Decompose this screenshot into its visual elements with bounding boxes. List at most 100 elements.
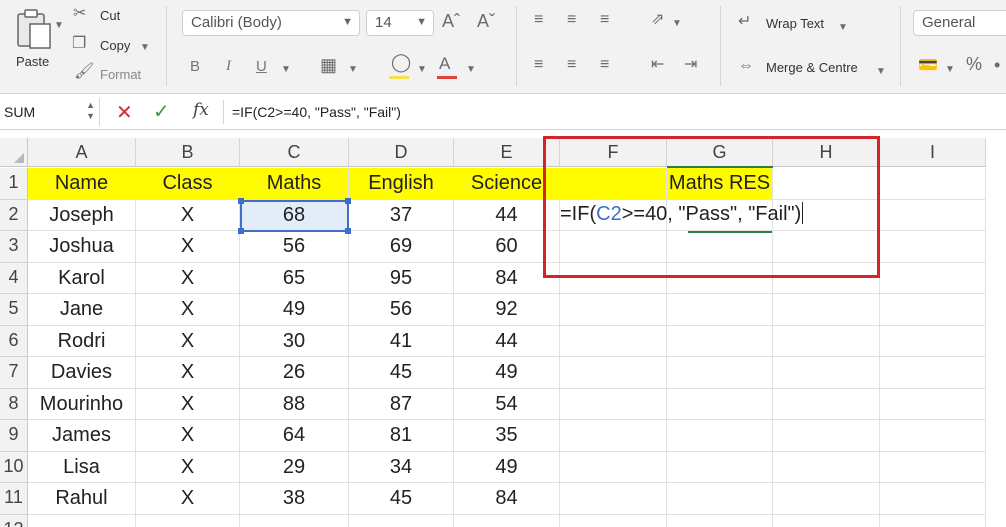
table-cell-english[interactable]: 81 (349, 420, 454, 452)
cell[interactable] (880, 357, 986, 389)
table-cell-class[interactable]: X (136, 325, 240, 357)
cell[interactable] (240, 514, 349, 527)
table-cell-class[interactable]: X (136, 294, 240, 326)
cell[interactable] (349, 514, 454, 527)
table-cell-class[interactable]: X (136, 231, 240, 263)
cell[interactable] (773, 420, 880, 452)
table-cell-name[interactable]: Mourinho (28, 388, 136, 420)
cell[interactable] (880, 420, 986, 452)
underline-button[interactable]: U (256, 58, 267, 75)
insert-function-button[interactable]: fx (193, 100, 209, 120)
align-left-icon[interactable]: ≡ (534, 57, 543, 73)
cell[interactable] (667, 420, 773, 452)
align-top-icon[interactable]: ≡ (534, 12, 543, 28)
table-cell-name[interactable]: Lisa (28, 451, 136, 483)
cell[interactable] (667, 514, 773, 527)
resize-handle[interactable] (345, 228, 351, 234)
name-box[interactable]: SUM ▲ ▼ (0, 98, 100, 126)
paste-button[interactable]: Paste (8, 6, 66, 72)
decrease-indent-icon[interactable]: ⇤ (651, 57, 664, 73)
cell[interactable] (773, 294, 880, 326)
row-header-6[interactable]: 6 (0, 325, 28, 357)
row-header-4[interactable]: 4 (0, 262, 28, 294)
cell[interactable] (667, 451, 773, 483)
cell[interactable] (667, 483, 773, 515)
cell[interactable] (454, 514, 560, 527)
select-all-button[interactable] (0, 138, 28, 167)
cell[interactable] (667, 325, 773, 357)
row-header-8[interactable]: 8 (0, 388, 28, 420)
table-cell-maths[interactable]: 30 (240, 325, 349, 357)
align-bottom-icon[interactable]: ≡ (600, 12, 609, 28)
cell[interactable] (667, 357, 773, 389)
table-cell-name[interactable]: Jane (28, 294, 136, 326)
font-size-select[interactable]: 14 ▼ (366, 10, 434, 36)
header-cell-class[interactable]: Class (136, 168, 240, 200)
row-header-9[interactable]: 9 (0, 420, 28, 452)
cell[interactable] (773, 357, 880, 389)
table-cell-class[interactable]: X (136, 199, 240, 231)
column-header-i[interactable]: I (880, 138, 986, 167)
format-painter-button[interactable]: Format (100, 67, 141, 82)
copy-dropdown-icon[interactable]: ▼ (140, 40, 150, 56)
table-cell-science[interactable]: 49 (454, 451, 560, 483)
cell[interactable] (560, 514, 667, 527)
cell[interactable] (880, 325, 986, 357)
table-cell-english[interactable]: 34 (349, 451, 454, 483)
paste-dropdown-icon[interactable]: ▼ (54, 18, 64, 34)
orientation-icon[interactable]: ⇗ (651, 12, 664, 28)
cell[interactable] (667, 388, 773, 420)
column-header-b[interactable]: B (136, 138, 240, 167)
wrap-text-button[interactable]: ↵ Wrap Text ▼ (738, 10, 858, 36)
decrease-font-icon[interactable]: Aˇ (477, 12, 495, 30)
font-color-dropdown-icon[interactable]: ▼ (466, 62, 476, 78)
increase-font-icon[interactable]: Aˆ (442, 12, 460, 30)
table-cell-science[interactable]: 54 (454, 388, 560, 420)
table-cell-class[interactable]: X (136, 262, 240, 294)
cell[interactable] (773, 514, 880, 527)
table-cell-class[interactable]: X (136, 388, 240, 420)
table-cell-science[interactable]: 84 (454, 483, 560, 515)
fill-dropdown-icon[interactable]: ▼ (417, 62, 427, 78)
table-cell-science[interactable]: 49 (454, 357, 560, 389)
column-header-c[interactable]: C (240, 138, 349, 167)
name-box-stepper-icon[interactable]: ▲ ▼ (86, 100, 95, 122)
currency-format-icon[interactable]: 💳 (918, 58, 938, 74)
underline-dropdown-icon[interactable]: ▼ (281, 62, 291, 78)
cell[interactable] (136, 514, 240, 527)
table-cell-english[interactable]: 41 (349, 325, 454, 357)
formula-input[interactable]: =IF(C2>=40, "Pass", "Fail") (232, 104, 401, 120)
table-cell-class[interactable]: X (136, 357, 240, 389)
table-cell-english[interactable]: 45 (349, 357, 454, 389)
currency-dropdown-icon[interactable]: ▼ (945, 62, 955, 78)
row-header-3[interactable]: 3 (0, 231, 28, 263)
table-cell-english[interactable]: 45 (349, 483, 454, 515)
table-cell-science[interactable]: 35 (454, 420, 560, 452)
row-header-2[interactable]: 2 (0, 199, 28, 231)
row-header-5[interactable]: 5 (0, 294, 28, 326)
percent-icon[interactable]: % (966, 55, 982, 73)
header-cell-name[interactable]: Name (28, 168, 136, 200)
font-name-select[interactable]: Calibri (Body) ▼ (182, 10, 360, 36)
row-header-7[interactable]: 7 (0, 357, 28, 389)
column-header-a[interactable]: A (28, 138, 136, 167)
cell[interactable] (880, 199, 986, 231)
table-cell-english[interactable]: 37 (349, 199, 454, 231)
format-painter-icon[interactable]: 🖌 (74, 64, 94, 80)
table-cell-maths[interactable]: 26 (240, 357, 349, 389)
table-cell-english[interactable]: 95 (349, 262, 454, 294)
header-cell-maths[interactable]: Maths (240, 168, 349, 200)
cell[interactable] (880, 231, 986, 263)
table-cell-maths[interactable]: 38 (240, 483, 349, 515)
table-cell-name[interactable]: Rodri (28, 325, 136, 357)
cell[interactable] (773, 451, 880, 483)
cancel-formula-icon[interactable]: ✕ (116, 100, 133, 125)
row-header-10[interactable]: 10 (0, 451, 28, 483)
italic-button[interactable]: I (226, 58, 231, 75)
borders-icon[interactable]: ▦ (320, 56, 337, 74)
cell[interactable] (560, 451, 667, 483)
table-cell-name[interactable]: Rahul (28, 483, 136, 515)
table-cell-science[interactable]: 44 (454, 325, 560, 357)
align-right-icon[interactable]: ≡ (600, 57, 609, 73)
copy-button[interactable]: Copy (100, 38, 130, 53)
